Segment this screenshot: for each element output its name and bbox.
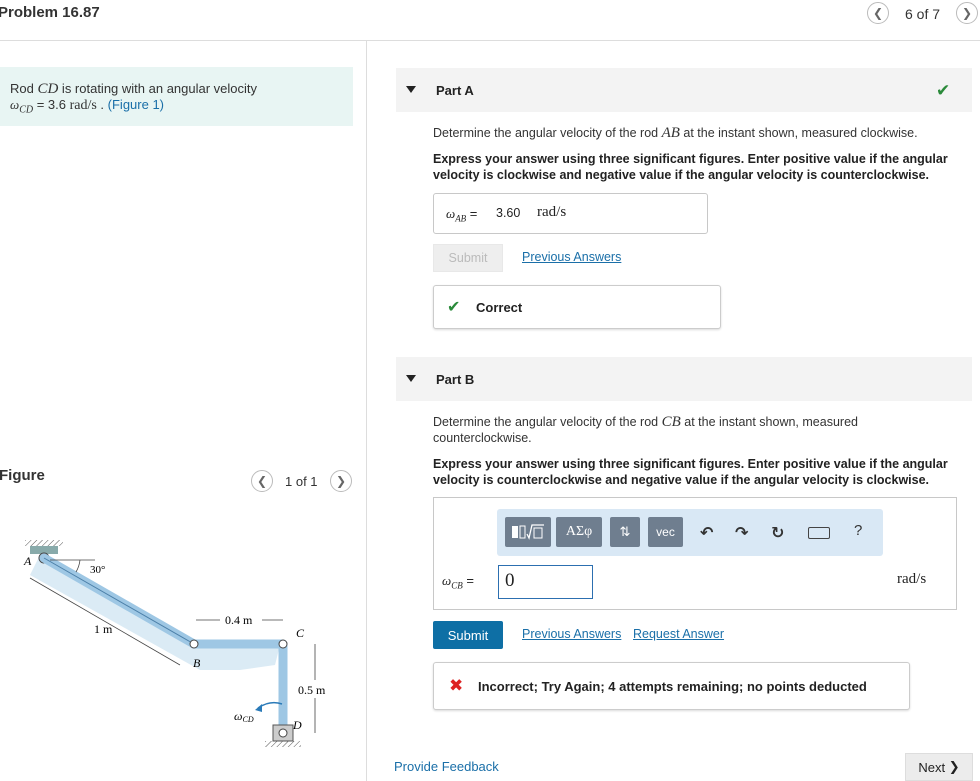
figure-next-button[interactable]: ❯ bbox=[330, 470, 352, 492]
label-a: A bbox=[23, 554, 32, 568]
sort-arrows-icon[interactable]: ⇅ bbox=[610, 517, 640, 547]
figure-count: 1 of 1 bbox=[285, 474, 318, 489]
prev-problem-button[interactable]: ❮ bbox=[867, 2, 889, 24]
part-b-header[interactable]: Part B bbox=[396, 357, 972, 401]
keyboard-icon[interactable] bbox=[808, 527, 830, 539]
dim-04m: 0.4 m bbox=[225, 613, 253, 627]
dim-05m: 0.5 m bbox=[298, 683, 326, 697]
templates-button[interactable] bbox=[505, 517, 551, 547]
angle-label: 30° bbox=[90, 564, 105, 576]
mechanism-figure: 30° A B C D 1 m 0.4 m 0.5 m ωCD bbox=[23, 540, 326, 747]
figure-link[interactable]: (Figure 1) bbox=[108, 97, 164, 112]
check-icon: ✔ bbox=[447, 299, 461, 316]
part-b-title: Part B bbox=[436, 372, 475, 387]
part-b-instructions: Express your answer using three signific… bbox=[433, 457, 948, 487]
answer-a-value: 3.60 bbox=[496, 206, 521, 220]
part-a-previous-answers-link[interactable]: Previous Answers bbox=[522, 250, 621, 264]
omega-cd-label: ωCD bbox=[234, 709, 254, 724]
chevron-right-icon: ❯ bbox=[948, 759, 960, 774]
template-icon bbox=[512, 524, 544, 540]
collapse-triangle-icon[interactable] bbox=[406, 375, 416, 382]
reset-icon[interactable]: ↻ bbox=[771, 523, 784, 543]
chevron-left-icon: ❮ bbox=[256, 474, 268, 488]
part-b-previous-answers-link[interactable]: Previous Answers bbox=[522, 627, 621, 641]
header-divider bbox=[0, 40, 980, 41]
page-count: 6 of 7 bbox=[905, 6, 941, 22]
part-b-submit-button[interactable]: Submit bbox=[433, 621, 503, 649]
answer-b-label: ωCB = bbox=[442, 573, 474, 591]
collapse-triangle-icon[interactable] bbox=[406, 86, 416, 93]
math-toolbar: ΑΣφ ⇅ vec ↶ ↷ ↻ ? bbox=[497, 509, 883, 556]
next-problem-button[interactable]: ❯ bbox=[956, 2, 978, 24]
part-a-title: Part A bbox=[436, 83, 474, 98]
chevron-right-icon: ❯ bbox=[335, 474, 347, 488]
part-a-question: Determine the angular velocity of the ro… bbox=[433, 125, 918, 141]
request-answer-link[interactable]: Request Answer bbox=[633, 627, 724, 641]
part-a-instructions: Express your answer using three signific… bbox=[433, 152, 948, 182]
label-d: D bbox=[292, 718, 302, 732]
redo-icon[interactable]: ↷ bbox=[735, 523, 748, 543]
part-a-header[interactable]: Part A ✔ bbox=[396, 68, 972, 112]
part-a-submit-button[interactable]: Submit bbox=[433, 244, 503, 272]
next-button[interactable]: Next ❯ bbox=[905, 753, 973, 781]
part-a-result: ✔ Correct bbox=[433, 285, 721, 329]
x-icon: ✖ bbox=[449, 676, 464, 695]
part-b-result: ✖ Incorrect; Try Again; 4 attempts remai… bbox=[433, 662, 910, 710]
figure-label: Figure bbox=[0, 467, 45, 484]
column-divider bbox=[366, 40, 367, 781]
dim-1m: 1 m bbox=[94, 622, 113, 636]
label-b: B bbox=[193, 656, 201, 670]
part-a-answer-box: ωAB = 3.60 rad/s bbox=[433, 193, 708, 234]
problem-title: Problem 16.87 bbox=[0, 4, 100, 21]
undo-icon[interactable]: ↶ bbox=[700, 523, 713, 543]
chevron-left-icon: ❮ bbox=[872, 6, 884, 20]
part-b-question: Determine the angular velocity of the ro… bbox=[433, 414, 858, 445]
answer-a-unit: rad/s bbox=[537, 204, 567, 220]
answer-a-label: ωAB = bbox=[446, 206, 478, 224]
omega-cb-input[interactable]: 0 bbox=[498, 565, 593, 599]
check-icon: ✔ bbox=[936, 81, 951, 100]
figure-prev-button[interactable]: ❮ bbox=[251, 470, 273, 492]
greek-button[interactable]: ΑΣφ bbox=[556, 517, 602, 547]
help-button[interactable]: ? bbox=[854, 522, 862, 539]
label-c: C bbox=[296, 626, 305, 640]
answer-b-unit: rad/s bbox=[897, 571, 927, 587]
chevron-right-icon: ❯ bbox=[961, 6, 973, 20]
vec-button[interactable]: vec bbox=[648, 517, 683, 547]
provide-feedback-link[interactable]: Provide Feedback bbox=[394, 759, 499, 774]
problem-statement: Rod CD is rotating with an angular veloc… bbox=[0, 67, 353, 126]
